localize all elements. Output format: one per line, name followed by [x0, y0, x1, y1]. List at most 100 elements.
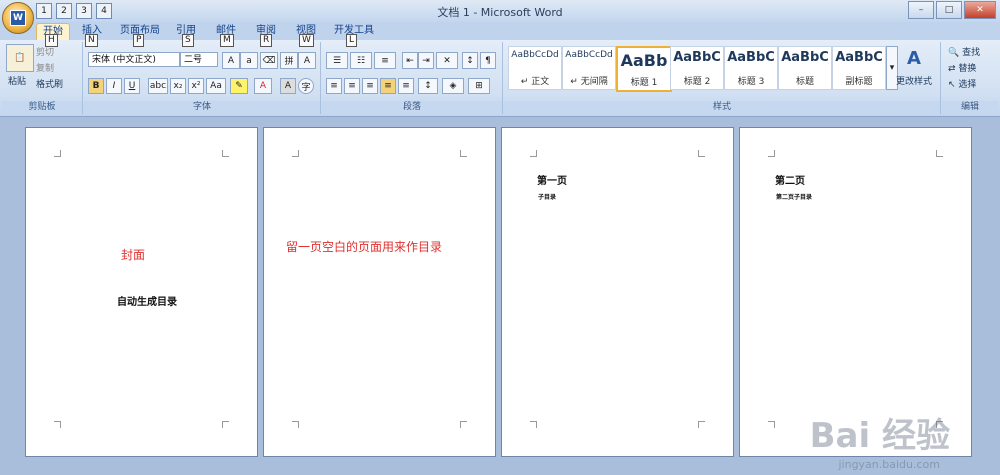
editing-group-label: 编辑 — [942, 101, 998, 114]
office-button[interactable]: W — [2, 2, 34, 34]
numbering-button[interactable]: ☷ — [350, 52, 372, 69]
baidu-watermark: Bai 经验 — [809, 416, 950, 456]
style-heading-2-preview: AaBbC — [673, 50, 721, 65]
replace-button[interactable]: ⇄ 替换 — [948, 61, 976, 74]
style-normal-preview: AaBbCcDd — [511, 50, 559, 60]
font-group-label: 字体 — [84, 101, 320, 114]
style-subtitle-name: 副标题 — [845, 77, 873, 87]
shading-button[interactable]: ◈ — [442, 78, 464, 94]
italic-button[interactable]: I — [106, 78, 122, 94]
styles-group: AaBbCcDd ↵ 正文 AaBbCcDd ↵ 无间隔 AaBb 标题 1 A… — [504, 42, 941, 114]
cover-bold-text: 自动生成目录 — [117, 297, 177, 308]
highlight-button[interactable]: ✎ — [230, 78, 248, 94]
close-button[interactable]: ✕ — [964, 1, 996, 19]
strikethrough-button[interactable]: abc — [148, 78, 168, 94]
style-title-name: 标题 — [795, 77, 814, 87]
corner-mark — [530, 421, 537, 428]
find-label: 查找 — [962, 48, 981, 58]
style-title[interactable]: AaBbC 标题 — [778, 46, 832, 90]
sort-button[interactable]: ↕ — [462, 52, 478, 69]
style-heading-2-name: 标题 2 — [683, 77, 711, 87]
align-right-button[interactable]: ≡ — [362, 78, 378, 94]
toc-note-text: 留一页空白的页面用来作目录 — [286, 240, 443, 254]
phonetic-button[interactable]: 拼 — [280, 52, 298, 69]
replace-label: 替换 — [958, 64, 977, 74]
grow-font-button[interactable]: A — [222, 52, 240, 69]
page-one[interactable]: 第一页 子目录 — [501, 127, 734, 457]
corner-mark — [222, 421, 229, 428]
enclose-char-button[interactable]: 字 — [298, 78, 314, 94]
multilevel-list-button[interactable]: ≡ — [374, 52, 396, 69]
superscript-button[interactable]: x² — [188, 78, 204, 94]
style-heading-3-name: 标题 3 — [737, 77, 765, 87]
maximize-button[interactable]: □ — [936, 1, 962, 19]
baidu-watermark-url: jingyan.baidu.com — [838, 458, 940, 471]
corner-mark — [768, 150, 775, 157]
char-shading-button[interactable]: A — [280, 78, 296, 94]
keytip-page-layout: P — [133, 34, 145, 47]
corner-mark — [292, 421, 299, 428]
keytip-insert: N — [85, 34, 98, 47]
page-one-subheading: 子目录 — [538, 194, 557, 201]
font-size-select[interactable]: 二号 — [180, 52, 218, 67]
page-two-subheading: 第二页子目录 — [776, 194, 813, 201]
copy-button[interactable]: 复制 — [36, 61, 54, 74]
style-title-preview: AaBbC — [781, 50, 829, 65]
page-toc-blank[interactable]: 留一页空白的页面用来作目录 — [263, 127, 496, 457]
show-marks-button[interactable]: ¶ — [480, 52, 496, 69]
bold-button[interactable]: B — [88, 78, 104, 94]
keytip-home: H — [45, 34, 58, 47]
keytip-references: S — [182, 34, 194, 47]
align-left-button[interactable]: ≡ — [326, 78, 342, 94]
keytip-review: R — [260, 34, 273, 47]
font-color-button[interactable]: A — [254, 78, 272, 94]
clipboard-group: 📋 粘贴 剪切 复制 格式刷 剪贴板 — [2, 42, 83, 114]
shrink-font-button[interactable]: a — [240, 52, 258, 69]
font-name-select[interactable]: 宋体 (中文正文) — [88, 52, 180, 67]
minimize-button[interactable]: – — [908, 1, 934, 19]
distributed-button[interactable]: ≡ — [398, 78, 414, 94]
char-border-button[interactable]: A — [298, 52, 316, 69]
styles-group-label: 样式 — [504, 101, 940, 114]
corner-mark — [460, 150, 467, 157]
change-styles-icon[interactable]: A — [902, 46, 926, 70]
change-styles-button[interactable]: 更改样式 — [896, 74, 932, 87]
align-center-button[interactable]: ≡ — [344, 78, 360, 94]
underline-button[interactable]: U — [124, 78, 140, 94]
page-cover[interactable]: 封面 自动生成目录 — [25, 127, 258, 457]
corner-mark — [768, 421, 775, 428]
style-heading-1-name: 标题 1 — [630, 78, 658, 88]
window-title: 文档 1 - Microsoft Word — [437, 6, 563, 19]
corner-mark — [54, 150, 61, 157]
borders-button[interactable]: ⊞ — [468, 78, 490, 94]
paragraph-group: ☰ ☷ ≡ ⇤ ⇥ ✕ ↕ ¶ ≡ ≡ ≡ ≡ ≡ ↕ ◈ ⊞ 段落 — [322, 42, 503, 114]
font-group: 宋体 (中文正文) 二号 A a ⌫ 拼 A B I U abc x₂ x² A… — [84, 42, 321, 114]
style-heading-2[interactable]: AaBbC 标题 2 — [670, 46, 724, 90]
decrease-indent-button[interactable]: ⇤ — [402, 52, 418, 69]
justify-button[interactable]: ≡ — [380, 78, 396, 94]
editing-group: 🔍 查找 ⇄ 替换 ↖ 选择 编辑 — [942, 42, 998, 114]
title-bar: W 1 2 3 4 文档 1 - Microsoft Word – □ ✕ — [0, 0, 1000, 34]
paste-label[interactable]: 粘贴 — [8, 74, 26, 87]
select-button[interactable]: ↖ 选择 — [948, 77, 976, 90]
style-heading-1[interactable]: AaBb 标题 1 — [616, 46, 672, 92]
style-no-spacing[interactable]: AaBbCcDd ↵ 无间隔 — [562, 46, 616, 90]
style-normal[interactable]: AaBbCcDd ↵ 正文 — [508, 46, 562, 90]
paste-icon[interactable]: 📋 — [6, 44, 34, 72]
style-heading-3-preview: AaBbC — [727, 50, 775, 65]
paragraph-group-label: 段落 — [322, 101, 502, 114]
style-subtitle-preview: AaBbC — [835, 50, 883, 65]
increase-indent-button[interactable]: ⇥ — [418, 52, 434, 69]
clear-format-button[interactable]: ⌫ — [260, 52, 278, 69]
subscript-button[interactable]: x₂ — [170, 78, 186, 94]
format-painter-button[interactable]: 格式刷 — [36, 77, 63, 90]
find-button[interactable]: 🔍 查找 — [948, 45, 980, 58]
chinese-layout-button[interactable]: ✕ — [436, 52, 458, 69]
bullets-button[interactable]: ☰ — [326, 52, 348, 69]
change-case-button[interactable]: Aa — [206, 78, 226, 94]
line-spacing-button[interactable]: ↕ — [418, 78, 438, 94]
corner-mark — [698, 421, 705, 428]
style-subtitle[interactable]: AaBbC 副标题 — [832, 46, 886, 90]
style-heading-3[interactable]: AaBbC 标题 3 — [724, 46, 778, 90]
corner-mark — [54, 421, 61, 428]
